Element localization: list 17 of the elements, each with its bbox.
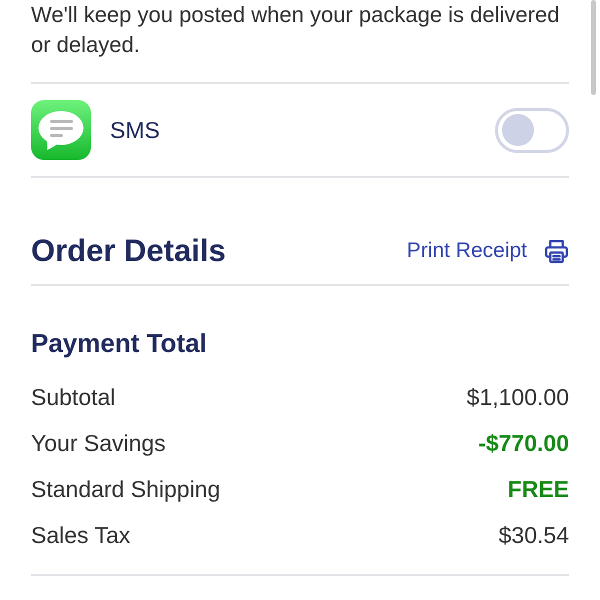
toggle-switch[interactable] — [495, 108, 569, 152]
printer-icon[interactable] — [544, 238, 569, 264]
line-item-amount: FREE — [508, 476, 569, 502]
section-heading: Order Details — [31, 234, 226, 268]
line-item-label: Subtotal — [31, 384, 116, 410]
scrollbar-thumb[interactable] — [591, 0, 596, 95]
channel-label: SMS — [110, 116, 161, 144]
notification-description: We'll keep you posted when your package is delivered or delayed. — [31, 1, 560, 59]
line-item-label: Sales Tax — [31, 522, 130, 548]
line-item-label: Your Savings — [31, 430, 166, 456]
message-bubble-icon — [31, 100, 91, 160]
print-receipt-link[interactable]: Print Receipt — [406, 239, 527, 263]
line-item-amount: $30.54 — [498, 522, 569, 548]
line-item-amount: -$770.00 — [478, 430, 569, 456]
line-item-amount: $1,100.00 — [466, 384, 569, 410]
subsection-heading: Payment Total — [31, 328, 208, 358]
line-item-label: Standard Shipping — [31, 476, 220, 502]
